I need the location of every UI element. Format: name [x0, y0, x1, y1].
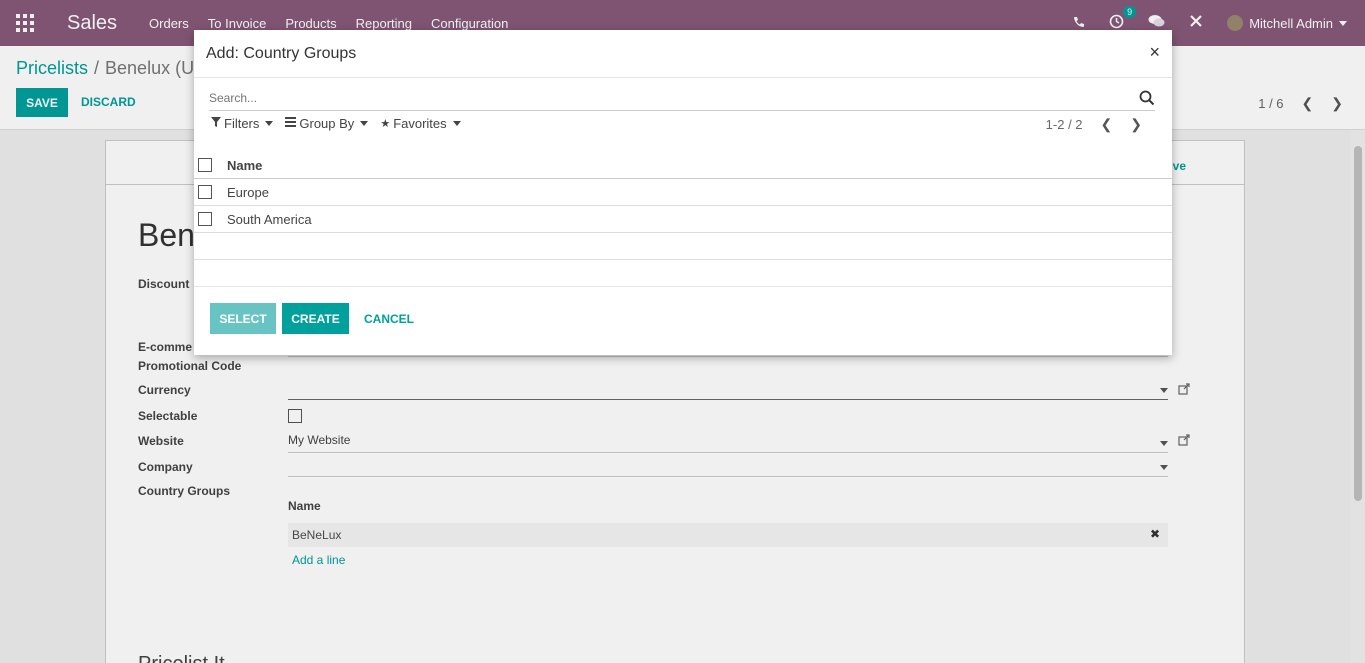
- select-all-checkbox[interactable]: [198, 158, 212, 172]
- search-bar: [209, 90, 1155, 111]
- chevron-right-icon[interactable]: ❯: [1130, 116, 1142, 133]
- create-button[interactable]: CREATE: [282, 303, 349, 334]
- cancel-button[interactable]: CANCEL: [355, 303, 423, 334]
- group-by-dropdown[interactable]: Group By: [285, 116, 369, 131]
- search-input[interactable]: [209, 91, 1109, 105]
- chevron-down-icon: [452, 121, 461, 126]
- table-row[interactable]: South America: [194, 206, 1172, 233]
- modal-footer: SELECT CREATE CANCEL: [194, 286, 1172, 355]
- empty-row: [194, 233, 1172, 260]
- chevron-left-icon[interactable]: ❮: [1101, 116, 1113, 133]
- row-checkbox[interactable]: [198, 212, 212, 226]
- column-name[interactable]: Name: [227, 158, 262, 173]
- close-icon[interactable]: ×: [1149, 42, 1160, 63]
- filters-dropdown[interactable]: Filters: [211, 116, 274, 131]
- modal-pager: 1-2 / 2 ❮ ❯: [1046, 116, 1142, 133]
- country-groups-table: Name Europe South America: [194, 152, 1172, 287]
- modal-pager-value[interactable]: 1-2 / 2: [1046, 117, 1083, 132]
- modal-title: Add: Country Groups: [206, 45, 357, 62]
- favorites-label: Favorites: [393, 116, 447, 131]
- search-options: Filters Group By ★ Favorites: [211, 116, 473, 131]
- row-name: South America: [227, 211, 312, 227]
- add-country-groups-dialog: Add: Country Groups × Filters Group By ★…: [194, 30, 1172, 355]
- filter-icon: [211, 117, 221, 130]
- empty-row: [194, 260, 1172, 287]
- chevron-down-icon: [360, 121, 369, 126]
- search-icon[interactable]: [1139, 90, 1155, 106]
- chevron-down-icon: [265, 121, 274, 126]
- filters-label: Filters: [224, 116, 260, 131]
- row-name: Europe: [227, 184, 269, 200]
- modal-header: Add: Country Groups ×: [194, 30, 1172, 78]
- row-checkbox[interactable]: [198, 185, 212, 199]
- favorites-dropdown[interactable]: ★ Favorites: [380, 116, 461, 131]
- group-by-label: Group By: [299, 116, 355, 131]
- table-row[interactable]: Europe: [194, 179, 1172, 206]
- list-icon: [285, 117, 297, 130]
- table-header: Name: [194, 152, 1172, 179]
- select-button[interactable]: SELECT: [210, 303, 276, 334]
- star-icon: ★: [380, 118, 391, 130]
